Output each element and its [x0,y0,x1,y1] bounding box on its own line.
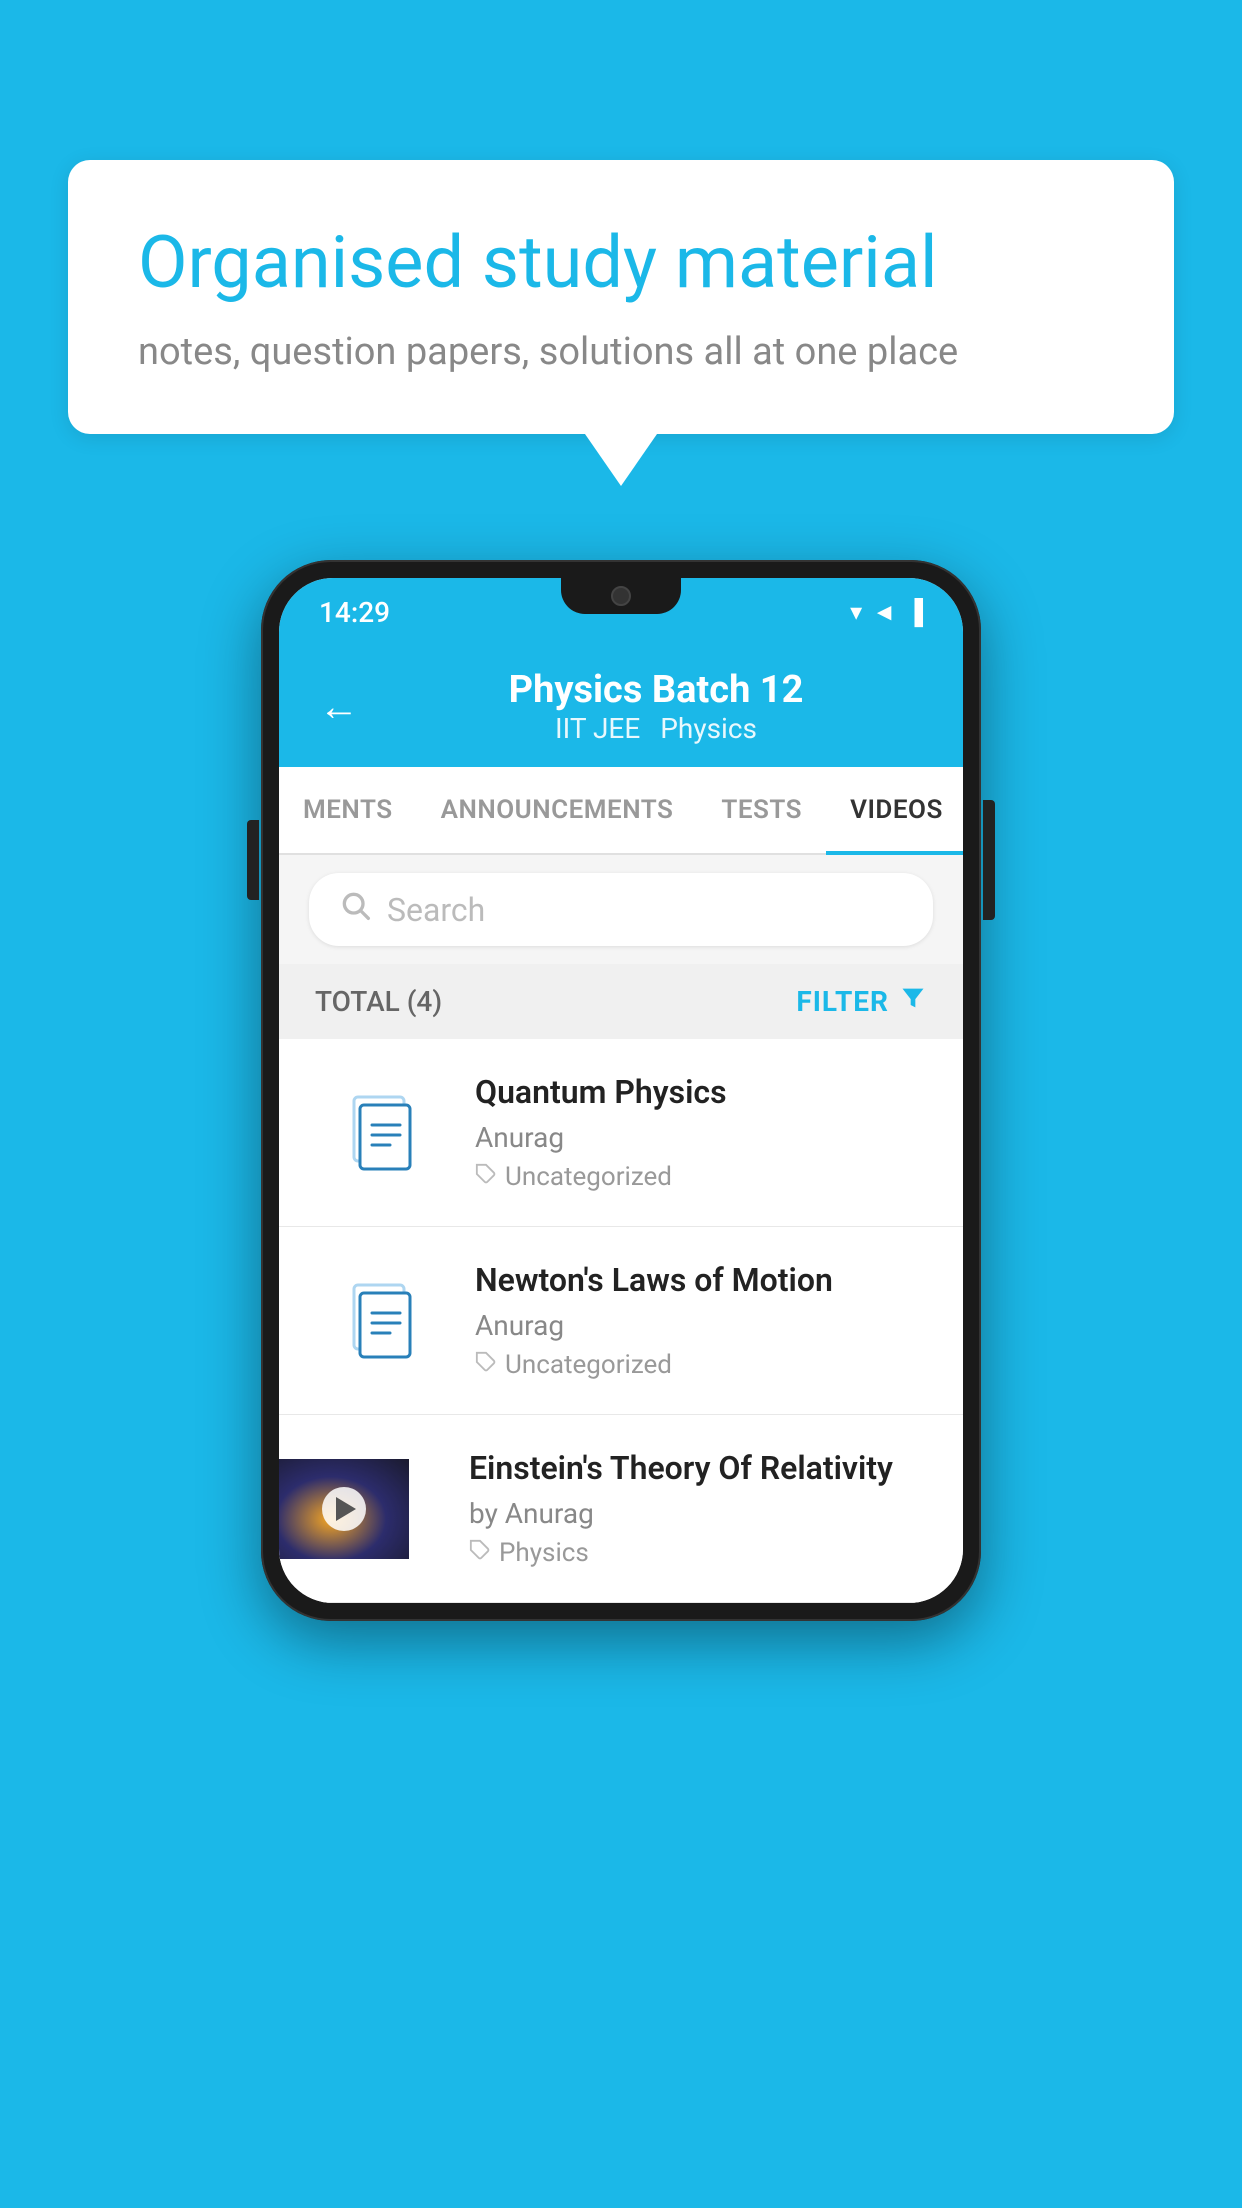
list-item[interactable]: Einstein's Theory Of Relativity by Anura… [279,1415,963,1603]
play-icon [336,1497,356,1521]
header-title-area: Physics Batch 12 IIT JEE Physics [389,668,923,745]
header-subtitle: IIT JEE Physics [555,712,757,745]
phone-mockup: 14:29 ▾ ◄ ▐ ← Physics Batch 12 IIT JEE [261,560,981,1621]
battery-icon: ▐ [906,598,923,627]
tabs-bar: MENTS ANNOUNCEMENTS TESTS VIDEOS [279,767,963,855]
video-list: Quantum Physics Anurag Uncategorized [279,1039,963,1603]
search-container: Search [279,855,963,964]
file-icon-2 [315,1277,445,1365]
video-info-1: Quantum Physics Anurag Uncategorized [475,1073,927,1192]
phone-screen: 14:29 ▾ ◄ ▐ ← Physics Batch 12 IIT JEE [279,578,963,1603]
header-subtitle-right: Physics [660,712,757,745]
play-button[interactable] [322,1487,366,1531]
video-title-3: Einstein's Theory Of Relativity [469,1449,927,1487]
back-button[interactable]: ← [319,687,359,727]
tab-announcements[interactable]: ANNOUNCEMENTS [417,767,698,853]
signal-icon: ◄ [872,598,896,627]
tag-icon-1 [475,1162,497,1192]
header-subtitle-left: IIT JEE [555,712,640,745]
list-item[interactable]: Quantum Physics Anurag Uncategorized [279,1039,963,1227]
tab-videos[interactable]: VIDEOS [826,767,963,853]
status-bar: 14:29 ▾ ◄ ▐ [279,578,963,646]
search-placeholder: Search [387,891,485,929]
file-icon-1 [315,1089,445,1177]
status-time: 14:29 [319,596,390,629]
phone-camera [611,586,631,606]
speech-bubble-subtitle: notes, question papers, solutions all at… [138,330,1104,374]
filter-button[interactable]: FILTER [796,984,927,1019]
search-input-wrap[interactable]: Search [309,873,933,946]
video-title-2: Newton's Laws of Motion [475,1261,927,1299]
tag-icon-3 [469,1538,491,1568]
video-author-1: Anurag [475,1121,927,1154]
tag-icon-2 [475,1350,497,1380]
speech-bubble-card: Organised study material notes, question… [68,160,1174,434]
phone-outer: 14:29 ▾ ◄ ▐ ← Physics Batch 12 IIT JEE [261,560,981,1621]
video-info-3: Einstein's Theory Of Relativity by Anura… [439,1449,963,1568]
filter-label: FILTER [796,985,889,1018]
list-item[interactable]: Newton's Laws of Motion Anurag Uncategor… [279,1227,963,1415]
phone-notch [561,578,681,614]
status-icons: ▾ ◄ ▐ [850,598,923,627]
speech-bubble-tail [585,434,657,486]
wifi-icon: ▾ [850,598,862,626]
tab-ments[interactable]: MENTS [279,767,417,853]
filter-funnel-icon [899,984,927,1019]
video-author-2: Anurag [475,1309,927,1342]
video-tag-1: Uncategorized [475,1162,927,1192]
header-title: Physics Batch 12 [509,668,804,712]
video-author-3: by Anurag [469,1497,927,1530]
video-info-2: Newton's Laws of Motion Anurag Uncategor… [475,1261,927,1380]
total-count: TOTAL (4) [315,985,442,1018]
tab-tests[interactable]: TESTS [697,767,826,853]
search-icon [339,889,371,930]
speech-bubble-section: Organised study material notes, question… [68,160,1174,486]
speech-bubble-title: Organised study material [138,220,1104,306]
video-tag-2: Uncategorized [475,1350,927,1380]
video-thumbnail-3 [279,1459,409,1559]
filter-bar: TOTAL (4) FILTER [279,964,963,1039]
video-title-1: Quantum Physics [475,1073,927,1111]
video-tag-3: Physics [469,1538,927,1568]
app-header: ← Physics Batch 12 IIT JEE Physics [279,646,963,767]
